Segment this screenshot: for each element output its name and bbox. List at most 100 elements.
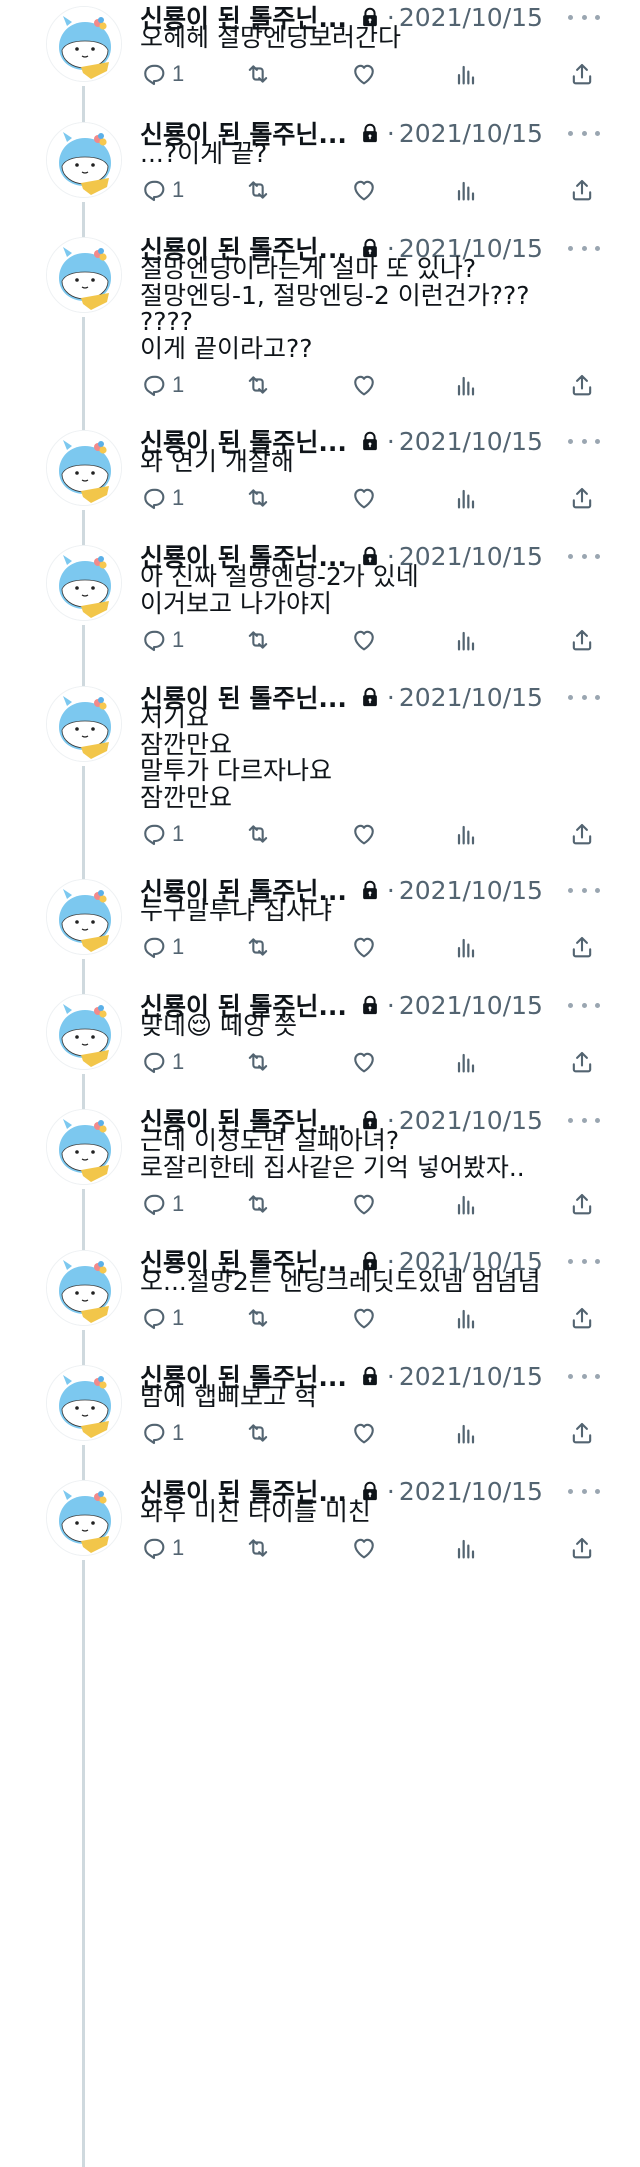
views-button[interactable] [452,930,480,964]
reply-button[interactable]: 1 [140,1531,184,1565]
tweet[interactable]: 신룡이 된 톨주닌... · 2021/10/15 근데 이정도면 실패아녀? 로잘리한… [0,1103,640,1250]
tweet[interactable]: 신룡이 된 톨주닌... · 2021/10/15 와우 미친 타이틀 미친 1 [0,1474,640,2167]
tweet[interactable]: 신룡이 된 톨주닌... · 2021/10/15 아 진짜 절망엔딩-2가 있네 이거… [0,539,640,686]
tweet[interactable]: 신룡이 된 톨주닌... · 2021/10/15 절망엔딩이라는게 설마 또 있나?… [0,231,640,430]
like-button[interactable] [350,1045,378,1079]
tweet-action-bar: 1 [140,1301,600,1335]
avatar[interactable] [46,545,122,621]
tweet[interactable]: 신룡이 된 톨주닌... · 2021/10/15 밤에 햅삐보고 헉1 [0,1359,640,1480]
avatar[interactable] [46,1109,122,1185]
share-button[interactable] [568,1045,596,1079]
retweet-button[interactable] [244,1531,272,1565]
avatar[interactable] [46,686,122,762]
views-button[interactable] [452,817,480,851]
views-button[interactable] [452,1187,480,1221]
views-button[interactable] [452,368,480,402]
tweet[interactable]: 신룡이 된 톨주닌... · 2021/10/15 ...?이게 끝? 1 [0,116,640,237]
like-button[interactable] [350,1531,378,1565]
like-button[interactable] [350,57,378,91]
reply-button[interactable]: 1 [140,1416,184,1450]
share-upload-icon [568,1419,596,1447]
reply-button[interactable]: 1 [140,368,184,402]
share-button[interactable] [568,173,596,207]
tweet-action-bar: 1 [140,1045,600,1079]
avatar[interactable] [46,879,122,955]
avatar[interactable] [46,1365,122,1441]
retweet-button[interactable] [244,623,272,657]
share-button[interactable] [568,1416,596,1450]
tweet-text-line: 아 진짜 절망엔딩-2가 있네 [140,562,419,591]
like-button[interactable] [350,173,378,207]
retweet-button[interactable] [244,481,272,515]
reply-button[interactable]: 1 [140,173,184,207]
like-button[interactable] [350,817,378,851]
tweet[interactable]: 신룡이 된 톨주닌... · 2021/10/15 저기요 잠깐만요 말투가 다르자나요 잠… [0,680,640,879]
tweet[interactable]: 신룡이 된 톨주닌... · 2021/10/15 누구말투냐 집사냐 1 [0,873,640,994]
share-button[interactable] [568,623,596,657]
retweet-button[interactable] [244,1187,272,1221]
thread-connector-line [82,766,85,879]
like-button[interactable] [350,1416,378,1450]
reply-button[interactable]: 1 [140,481,184,515]
tweet[interactable]: 신룡이 된 톨주닌... · 2021/10/15 와 연기 개잘해 1 [0,424,640,545]
like-button[interactable] [350,481,378,515]
tweet[interactable]: 신룡이 된 톨주닌... · 2021/10/15 오...절망2는 엔딩크레딧도있넴… [0,1244,640,1365]
retweet-button[interactable] [244,930,272,964]
avatar[interactable] [46,122,122,198]
retweet-button[interactable] [244,173,272,207]
bar-chart-icon [452,626,480,654]
avatar[interactable] [46,237,122,313]
avatar[interactable] [46,994,122,1070]
tweet-text-line: 잠깐만요 [140,729,233,759]
like-button[interactable] [350,623,378,657]
retweet-button[interactable] [244,1416,272,1450]
reply-button[interactable]: 1 [140,930,184,964]
reply-button[interactable]: 1 [140,623,184,657]
like-button[interactable] [350,1301,378,1335]
avatar[interactable] [46,1250,122,1326]
tweet[interactable]: 신룡이 된 톨주닌... · 2021/10/15 맞네😌 떼잉 쯧1 [0,988,640,1109]
retweet-button[interactable] [244,368,272,402]
share-button[interactable] [568,930,596,964]
views-button[interactable] [452,1045,480,1079]
views-button[interactable] [452,1301,480,1335]
retweet-button[interactable] [244,57,272,91]
views-button[interactable] [452,481,480,515]
views-button[interactable] [452,173,480,207]
tweet-action-bar: 1 [140,623,600,657]
share-button[interactable] [568,817,596,851]
retweet-button[interactable] [244,1045,272,1079]
share-button[interactable] [568,1531,596,1565]
tweet-action-bar: 1 [140,173,600,207]
ellipsis-dot [595,694,600,700]
share-upload-icon [568,626,596,654]
tweet[interactable]: 신룡이 된 톨주닌... · 2021/10/15 오헤헤 절망엔딩보러간다 1 [0,0,640,122]
views-button[interactable] [452,1416,480,1450]
ellipsis-dot [581,1002,587,1008]
share-upload-icon [568,820,596,848]
avatar[interactable] [46,6,122,82]
retweet-button[interactable] [244,817,272,851]
share-button[interactable] [568,1301,596,1335]
reply-button[interactable]: 1 [140,1187,184,1221]
share-button[interactable] [568,1187,596,1221]
views-button[interactable] [452,57,480,91]
like-button[interactable] [350,930,378,964]
reply-button[interactable]: 1 [140,1301,184,1335]
tweet-action-bar: 1 [140,1416,600,1450]
avatar[interactable] [46,1480,122,1556]
ellipsis-dot [568,245,573,251]
views-button[interactable] [452,623,480,657]
reply-button[interactable]: 1 [140,57,184,91]
reply-button[interactable]: 1 [140,817,184,851]
tweet-text-line: ...?이게 끝? [140,139,268,168]
share-button[interactable] [568,368,596,402]
like-button[interactable] [350,1187,378,1221]
reply-button[interactable]: 1 [140,1045,184,1079]
like-button[interactable] [350,368,378,402]
retweet-button[interactable] [244,1301,272,1335]
share-button[interactable] [568,481,596,515]
views-button[interactable] [452,1531,480,1565]
avatar[interactable] [46,430,122,506]
share-button[interactable] [568,57,596,91]
